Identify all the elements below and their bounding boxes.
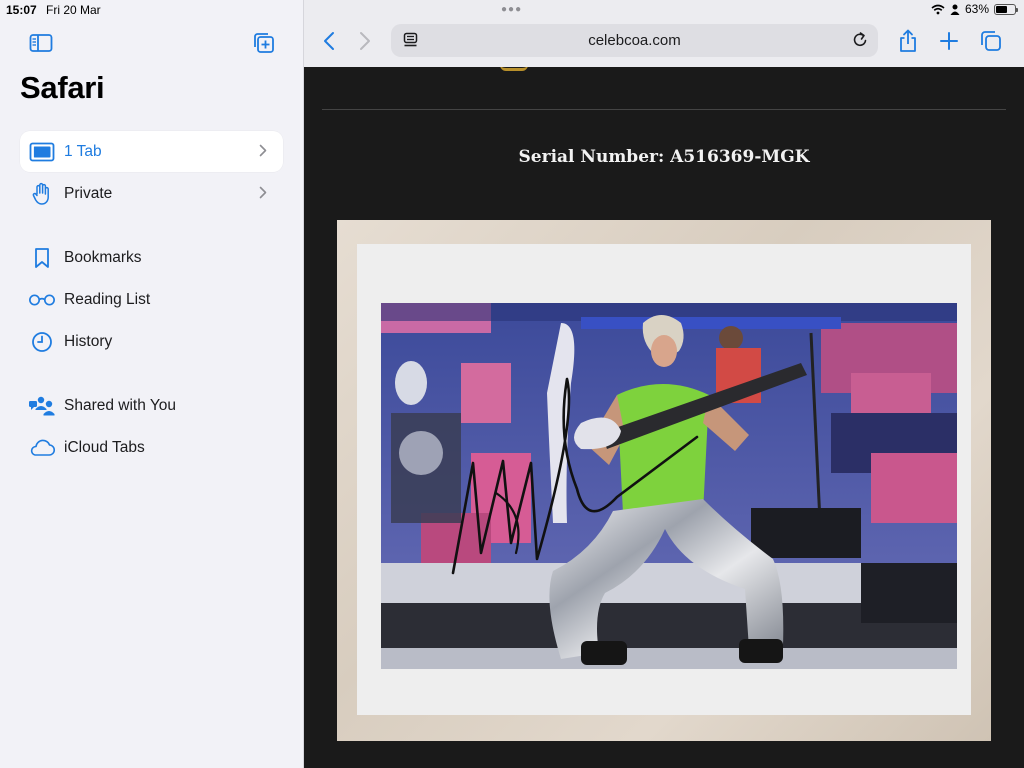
- sidebar-item-label: iCloud Tabs: [64, 438, 145, 456]
- chevron-left-icon: [324, 32, 334, 50]
- cloud-icon: [28, 434, 56, 462]
- content-divider: [322, 109, 1006, 110]
- glasses-icon: [28, 286, 56, 314]
- chevron-right-icon: [360, 32, 370, 50]
- person-icon: [950, 4, 960, 15]
- tab-overview-button[interactable]: [977, 27, 1005, 55]
- sidebar: 15:07 Fri 20 Mar Safari 1 Tab Private Bo…: [0, 0, 304, 768]
- plus-icon: [940, 32, 958, 50]
- share-button[interactable]: [894, 27, 922, 55]
- sidebar-item-reading-list[interactable]: Reading List: [20, 279, 283, 320]
- address-bar[interactable]: celebcoa.com: [391, 24, 878, 57]
- shared-people-icon: [28, 392, 56, 420]
- sidebar-item-label: Private: [64, 184, 113, 202]
- battery-icon: [994, 3, 1018, 15]
- reload-icon[interactable]: [851, 31, 869, 49]
- sidebar-item-label: 1 Tab: [64, 142, 102, 160]
- sidebar-item-label: Shared with You: [64, 396, 177, 414]
- tabs-overview-icon: [981, 31, 1001, 51]
- clock-icon: [28, 328, 56, 356]
- heading-fragment: [500, 67, 528, 71]
- new-tab-group-button[interactable]: [250, 30, 278, 56]
- photo-mat: [357, 244, 971, 715]
- browser-toolbar: ●●● 63% celebcoa.com: [304, 0, 1024, 67]
- hand-icon: [28, 180, 56, 208]
- status-indicators: 63%: [931, 2, 1018, 16]
- sidebar-item-icloud-tabs[interactable]: iCloud Tabs: [20, 427, 283, 468]
- status-time: 15:07: [6, 3, 37, 17]
- sidebar-item-history[interactable]: History: [20, 321, 283, 362]
- share-icon: [900, 29, 916, 52]
- concert-photo-illustration: [381, 303, 957, 669]
- forward-button[interactable]: [352, 28, 378, 54]
- chevron-right-icon: [259, 186, 267, 199]
- chevron-right-icon: [259, 144, 267, 157]
- back-button[interactable]: [316, 28, 342, 54]
- battery-percent: 63%: [964, 2, 989, 16]
- sidebar-item-tabs[interactable]: 1 Tab: [20, 131, 283, 172]
- picture-frame: [337, 220, 991, 741]
- url-text: celebcoa.com: [588, 32, 681, 49]
- new-tab-button[interactable]: [935, 27, 963, 55]
- signed-photo[interactable]: [381, 303, 957, 669]
- status-date: Fri 20 Mar: [46, 3, 101, 17]
- sidebar-item-shared-with-you[interactable]: Shared with You: [20, 385, 283, 426]
- new-tab-group-icon: [254, 33, 274, 53]
- sidebar-item-bookmarks[interactable]: Bookmarks: [20, 237, 283, 278]
- multitasking-dots-icon[interactable]: ●●●: [501, 4, 522, 15]
- bookmark-icon: [28, 244, 56, 272]
- web-content: Serial Number: A516369-MGK: [304, 67, 1024, 768]
- serial-number: Serial Number: A516369-MGK: [518, 147, 810, 167]
- sidebar-item-private[interactable]: Private: [20, 173, 283, 214]
- sidebar-icon: [29, 34, 53, 52]
- sidebar-title: Safari: [20, 70, 105, 105]
- sidebar-item-label: Bookmarks: [64, 248, 142, 266]
- sidebar-item-label: Reading List: [64, 290, 151, 308]
- tab-icon: [28, 138, 56, 166]
- battery-level: [996, 5, 1008, 13]
- sidebar-toggle-button[interactable]: [27, 30, 55, 56]
- sidebar-item-label: History: [64, 332, 113, 350]
- wifi-icon: [931, 4, 945, 14]
